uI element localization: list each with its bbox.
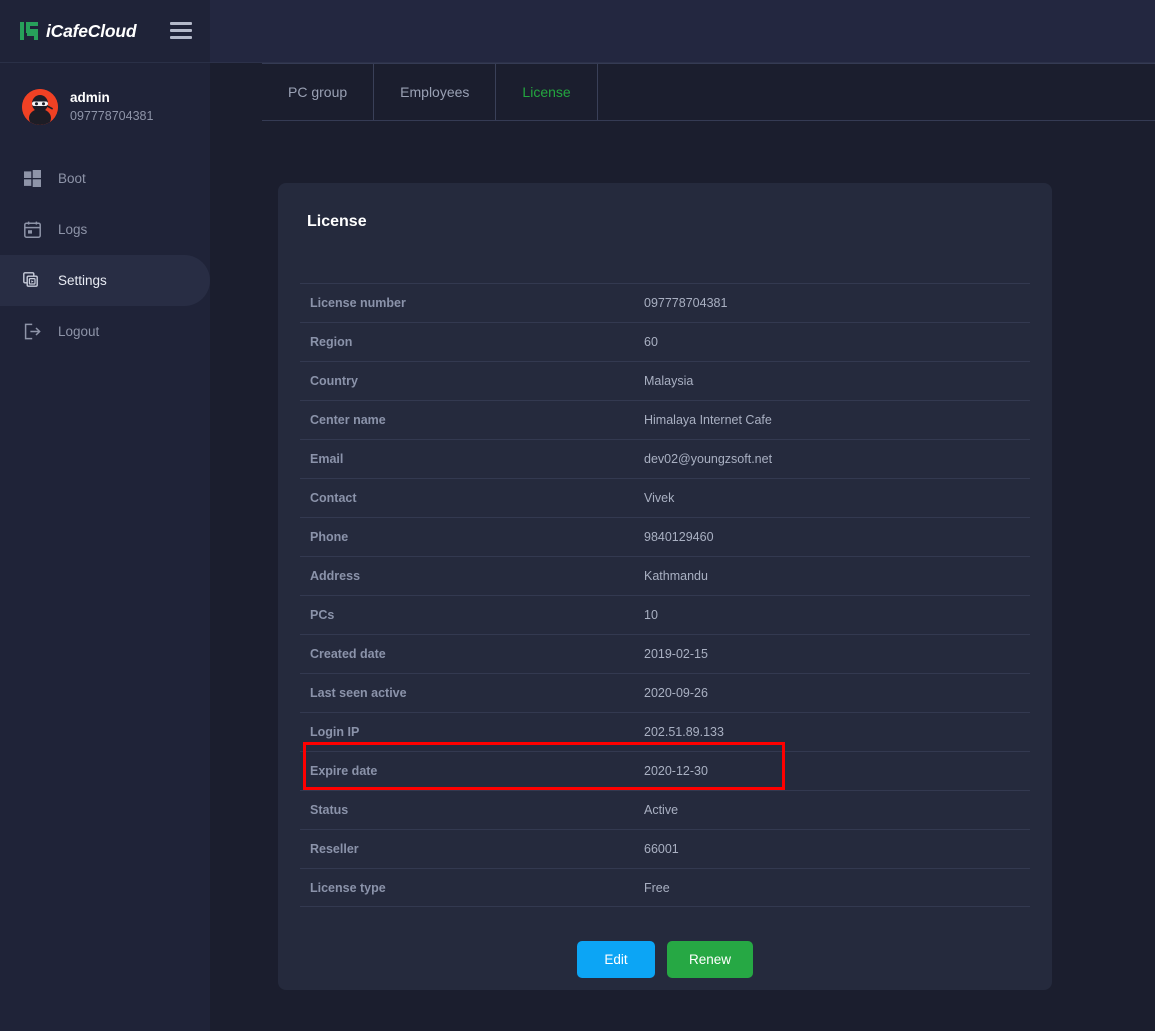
sidebar-item-label: Settings [58,273,107,288]
table-row: PCs 10 [300,595,1030,634]
row-label: Login IP [300,725,644,739]
row-label: Reseller [300,842,644,856]
table-row: Phone 9840129460 [300,517,1030,556]
icafecloud-logo-icon [19,20,41,42]
row-label: Created date [300,647,644,661]
renew-button[interactable]: Renew [667,941,753,978]
calendar-icon [22,220,42,240]
hamburger-menu-icon[interactable] [170,22,192,39]
row-label: Address [300,569,644,583]
profile-username: admin [70,89,153,107]
ninja-avatar-icon [22,89,58,125]
row-label: Contact [300,491,644,505]
row-value: 10 [644,608,658,622]
brand-bar: iCafeCloud [0,0,210,63]
row-value: 60 [644,335,658,349]
row-value: Malaysia [644,374,693,388]
sidebar-item-label: Boot [58,171,86,186]
row-label: PCs [300,608,644,622]
row-value: Kathmandu [644,569,708,583]
tab-label: PC group [288,84,347,100]
table-row: Last seen active 2020-09-26 [300,673,1030,712]
license-details-table: License number 097778704381 Region 60 Co… [300,283,1030,907]
row-value: Vivek [644,491,674,505]
row-label: Country [300,374,644,388]
row-label: Phone [300,530,644,544]
main-content: PC group Employees License License Licen… [210,0,1155,1031]
table-row: Contact Vivek [300,478,1030,517]
row-label: Region [300,335,644,349]
row-label: Expire date [300,764,644,778]
table-row: License type Free [300,868,1030,907]
row-label: License type [300,881,644,895]
row-value: 097778704381 [644,296,727,310]
table-row: Email dev02@youngzsoft.net [300,439,1030,478]
row-value: 66001 [644,842,679,856]
table-row: Login IP 202.51.89.133 [300,712,1030,751]
tab-strip: PC group Employees License [210,63,1155,121]
sidebar-nav: Boot Logs [0,153,210,357]
row-value: 2019-02-15 [644,647,708,661]
table-row: Reseller 66001 [300,829,1030,868]
row-value: 2020-12-30 [644,764,708,778]
edit-button[interactable]: Edit [577,941,655,978]
top-bar [210,0,1155,63]
tab-pc-group[interactable]: PC group [262,64,374,120]
row-label: License number [300,296,644,310]
tab-label: License [522,84,570,100]
table-row: Status Active [300,790,1030,829]
license-card: License License number 097778704381 Regi… [278,183,1052,990]
logout-icon [22,322,42,342]
sidebar-item-settings[interactable]: Settings [0,255,210,306]
app-root: iCafeCloud admin 097778704381 [0,0,1155,1031]
page-title: License [278,183,1052,231]
sidebar-profile[interactable]: admin 097778704381 [0,63,210,149]
table-row: Created date 2019-02-15 [300,634,1030,673]
brand-name: iCafeCloud [46,21,136,42]
settings-windows-icon [22,271,42,291]
windows-boot-icon [22,169,42,189]
profile-account-id: 097778704381 [70,108,153,125]
table-row: Country Malaysia [300,361,1030,400]
tab-license[interactable]: License [496,64,597,120]
sidebar-item-boot[interactable]: Boot [0,153,210,204]
table-row: Center name Himalaya Internet Cafe [300,400,1030,439]
row-value: Himalaya Internet Cafe [644,413,772,427]
row-value: dev02@youngzsoft.net [644,452,772,466]
table-row: License number 097778704381 [300,283,1030,322]
sidebar-item-logout[interactable]: Logout [0,306,210,357]
sidebar-item-label: Logout [58,324,99,339]
row-value: Free [644,881,670,895]
row-label: Status [300,803,644,817]
table-row: Address Kathmandu [300,556,1030,595]
row-value: 9840129460 [644,530,714,544]
row-label: Last seen active [300,686,644,700]
row-value: 202.51.89.133 [644,725,724,739]
row-label: Center name [300,413,644,427]
table-row-expire-date: Expire date 2020-12-30 [300,751,1030,790]
card-actions: Edit Renew [278,941,1052,978]
row-value: 2020-09-26 [644,686,708,700]
row-label: Email [300,452,644,466]
table-row: Region 60 [300,322,1030,361]
sidebar-item-label: Logs [58,222,87,237]
sidebar: iCafeCloud admin 097778704381 [0,0,210,1031]
row-value: Active [644,803,678,817]
tab-label: Employees [400,84,469,100]
sidebar-item-logs[interactable]: Logs [0,204,210,255]
tab-employees[interactable]: Employees [374,64,496,120]
